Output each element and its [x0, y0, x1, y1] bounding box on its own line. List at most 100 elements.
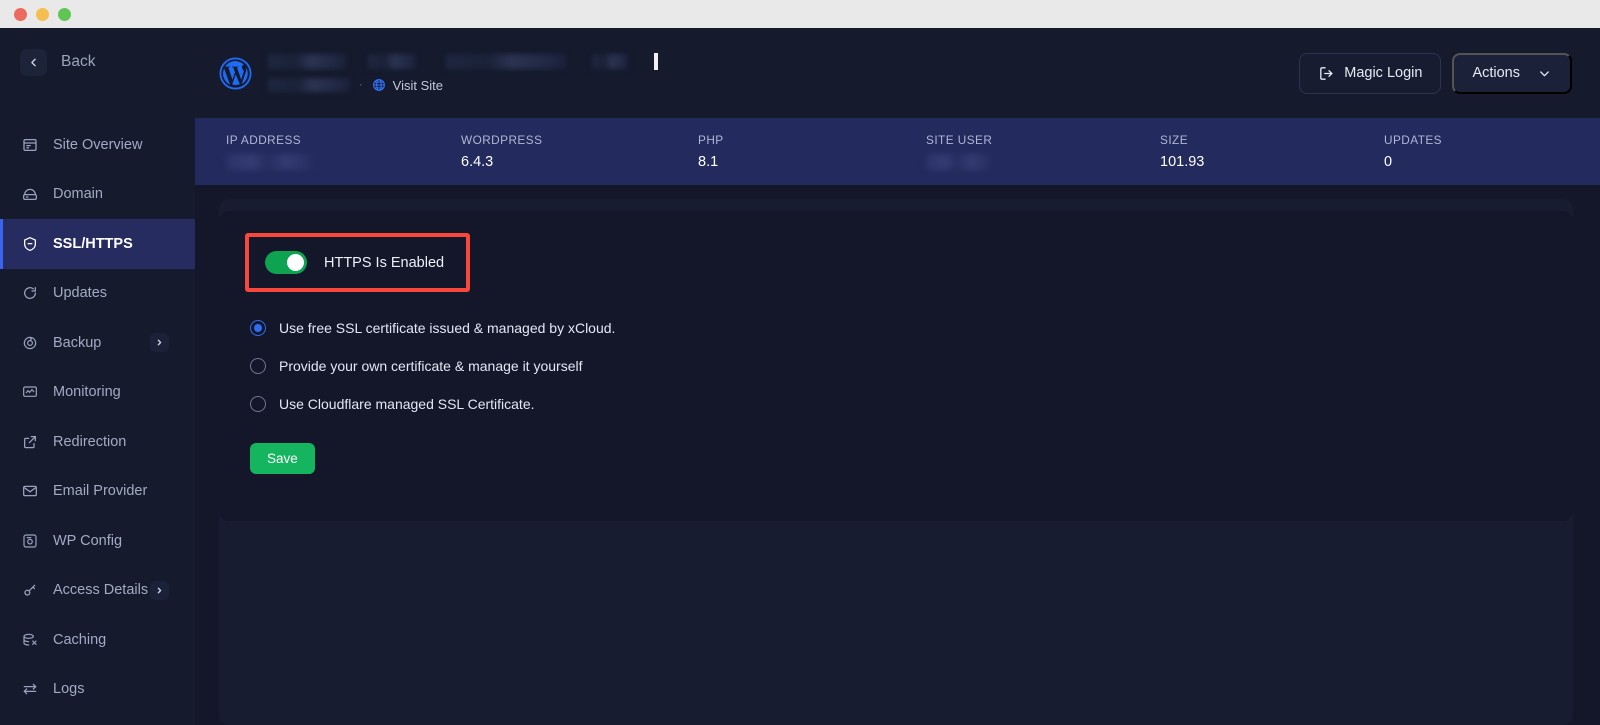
sidebar-item-wp-config[interactable]: WP Config: [0, 516, 195, 566]
ssl-settings-card: HTTPS Is Enabled Use free SSL certificat…: [219, 211, 1573, 521]
ssl-panel: HTTPS Is Enabled Use free SSL certificat…: [219, 199, 1573, 725]
sidebar-item-redirection[interactable]: Redirection: [0, 417, 195, 467]
sidebar-item-domain[interactable]: Domain: [0, 170, 195, 220]
sidebar-item-updates[interactable]: Updates: [0, 269, 195, 319]
window-minimize-button[interactable]: [36, 7, 49, 21]
login-arrow-icon: [1318, 65, 1335, 82]
sidebar-item-site-overview[interactable]: Site Overview: [0, 120, 195, 170]
sidebar-item-label: Backup: [53, 334, 102, 351]
logs-icon: [21, 681, 38, 698]
window-titlebar: [0, 0, 1600, 28]
envelope-icon: [21, 483, 38, 500]
https-toggle-label: HTTPS Is Enabled: [324, 254, 445, 271]
sidebar-item-label: Domain: [53, 186, 103, 203]
app-shell: Back Site Overview Domain SSL/HTTPS Upda…: [0, 28, 1600, 725]
info-value: 8.1: [698, 154, 719, 170]
info-label: UPDATES: [1384, 133, 1442, 147]
domain-icon: [21, 186, 38, 203]
sidebar-item-label: Logs: [53, 681, 85, 698]
info-value: 6.4.3: [461, 154, 494, 170]
ssl-certificate-options: Use free SSL certificate issued & manage…: [250, 320, 1573, 412]
info-cell-site-user: SITE USER: [926, 133, 1160, 170]
ssl-option-own-certificate[interactable]: Provide your own certificate & manage it…: [250, 358, 1573, 374]
wordpress-logo-icon: [217, 55, 254, 92]
radio-button[interactable]: [250, 358, 266, 374]
ssl-option-cloudflare[interactable]: Use Cloudflare managed SSL Certificate.: [250, 396, 1573, 412]
visit-site-label: Visit Site: [392, 77, 444, 93]
sidebar-item-logs[interactable]: Logs: [0, 665, 195, 715]
header-actions: Magic Login Actions: [1299, 52, 1572, 94]
https-toggle-highlight: HTTPS Is Enabled: [245, 233, 471, 292]
key-icon: [21, 582, 38, 599]
wp-config-icon: [21, 532, 38, 549]
sidebar-item-label: Caching: [53, 631, 107, 648]
ssl-option-label: Use Cloudflare managed SSL Certificate.: [279, 396, 535, 412]
magic-login-button[interactable]: Magic Login: [1299, 52, 1442, 94]
site-header: · Visit Site Magic Login Actions: [195, 28, 1600, 118]
globe-icon: [372, 78, 386, 92]
info-value-redacted: [926, 154, 990, 170]
info-cell-ip-address: IP ADDRESS: [226, 133, 461, 170]
sidebar-item-label: Redirection: [53, 433, 127, 450]
sidebar-item-email-provider[interactable]: Email Provider: [0, 467, 195, 517]
back-button[interactable]: Back: [0, 38, 195, 86]
actions-dropdown-button[interactable]: Actions: [1452, 52, 1572, 94]
caching-icon: [21, 631, 38, 648]
sidebar-item-label: Email Provider: [53, 483, 148, 500]
redacted-block: [368, 54, 416, 69]
info-label: SIZE: [1160, 133, 1189, 147]
chevron-right-icon[interactable]: [150, 333, 169, 353]
https-toggle-switch[interactable]: [265, 251, 307, 274]
shield-icon: [21, 235, 38, 252]
info-value: 101.93: [1160, 154, 1205, 170]
sidebar-nav: Site Overview Domain SSL/HTTPS Updates B…: [0, 120, 195, 714]
radio-button[interactable]: [250, 396, 266, 412]
redacted-block: [268, 54, 346, 69]
redacted-block: [268, 78, 350, 92]
magic-login-label: Magic Login: [1344, 65, 1423, 81]
sidebar-item-backup[interactable]: Backup: [0, 318, 195, 368]
sidebar-item-label: Updates: [53, 285, 108, 302]
redacted-block: [446, 54, 566, 69]
sidebar-item-label: SSL/HTTPS: [53, 235, 133, 252]
refresh-icon: [21, 285, 38, 302]
toggle-knob: [287, 254, 304, 271]
info-value: 0: [1384, 154, 1393, 170]
window-zoom-button[interactable]: [58, 7, 71, 21]
site-url-row: · Visit Site: [268, 78, 658, 93]
backup-icon: [21, 334, 38, 351]
info-value-redacted: [226, 154, 312, 170]
chevron-left-icon: [20, 48, 47, 76]
ssl-option-label: Provide your own certificate & manage it…: [279, 358, 583, 374]
sidebar-item-ssl-https[interactable]: SSL/HTTPS: [0, 219, 195, 269]
info-cell-php: PHP 8.1: [698, 133, 926, 170]
info-label: WORDPRESS: [461, 133, 543, 147]
actions-label: Actions: [1472, 65, 1520, 81]
sidebar-item-caching[interactable]: Caching: [0, 615, 195, 665]
text-cursor-artifact: [654, 53, 658, 70]
site-identity: · Visit Site: [268, 53, 658, 93]
info-label: PHP: [698, 133, 724, 147]
visit-site-link[interactable]: Visit Site: [372, 78, 443, 93]
chevron-right-icon[interactable]: [150, 580, 169, 600]
sidebar-item-label: Access Details: [53, 582, 149, 599]
info-label: IP ADDRESS: [226, 133, 302, 147]
sidebar-item-label: Monitoring: [53, 384, 121, 401]
ssl-option-free-xcloud[interactable]: Use free SSL certificate issued & manage…: [250, 320, 1573, 336]
main-area: · Visit Site Magic Login Actions IP ADDR…: [195, 28, 1600, 725]
save-button[interactable]: Save: [250, 443, 315, 474]
window-close-button[interactable]: [14, 7, 27, 21]
sidebar-item-label: WP Config: [53, 532, 123, 549]
sidebar-item-access-details[interactable]: Access Details: [0, 566, 195, 616]
site-title-redacted: [268, 53, 658, 70]
sidebar-item-label: Site Overview: [53, 136, 143, 153]
radio-button[interactable]: [250, 320, 266, 336]
sidebar-item-monitoring[interactable]: Monitoring: [0, 368, 195, 418]
site-info-bar: IP ADDRESS WORDPRESS 6.4.3 PHP 8.1 SITE …: [195, 118, 1600, 185]
sidebar: Back Site Overview Domain SSL/HTTPS Upda…: [0, 28, 195, 725]
back-label: Back: [61, 53, 96, 70]
monitoring-icon: [21, 384, 38, 401]
info-label: SITE USER: [926, 133, 993, 147]
site-overview-icon: [21, 136, 38, 153]
info-cell-wordpress: WORDPRESS 6.4.3: [461, 133, 698, 170]
